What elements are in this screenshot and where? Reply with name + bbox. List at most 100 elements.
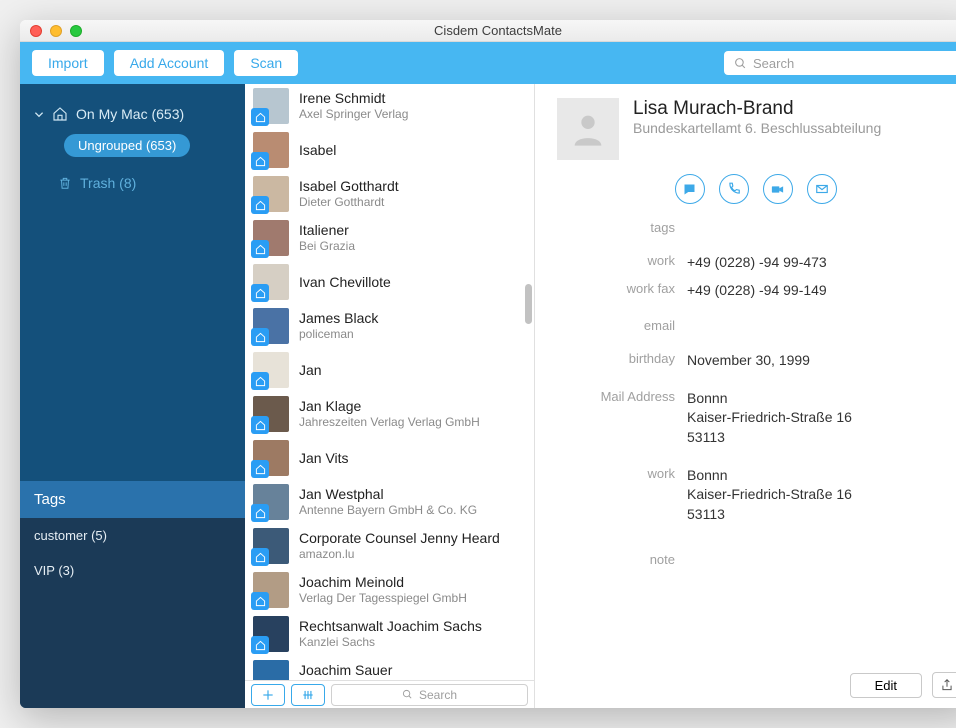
add-contact-button[interactable] — [251, 684, 285, 706]
person-icon — [568, 109, 608, 149]
contact-row-sub: Bei Grazia — [299, 239, 355, 253]
trash-icon — [58, 176, 72, 190]
contact-row[interactable]: James Blackpoliceman — [245, 304, 534, 348]
contact-row-name: James Black — [299, 310, 378, 327]
contact-avatar — [253, 88, 289, 124]
video-icon — [770, 182, 785, 197]
sidebar-item-label: On My Mac (653) — [76, 106, 184, 122]
contact-row[interactable]: Jan WestphalAntenne Bayern GmbH & Co. KG — [245, 480, 534, 524]
edit-button[interactable]: Edit — [850, 673, 922, 698]
contact-row-name: Isabel — [299, 142, 336, 159]
contact-row-name: Joachim Meinold — [299, 574, 467, 591]
search-icon — [402, 689, 413, 700]
toolbar: Import Add Account Scan Search — [20, 42, 956, 84]
sidebar-item-ungrouped[interactable]: Ungrouped (653) — [64, 134, 190, 157]
scrollbar-thumb[interactable] — [525, 284, 532, 324]
chevron-down-icon — [34, 110, 44, 119]
home-badge-icon — [251, 504, 269, 522]
video-button[interactable] — [763, 174, 793, 204]
contact-row-name: Rechtsanwalt Joachim Sachs — [299, 618, 482, 635]
field-label-note: note — [557, 552, 687, 567]
contact-row-sub: policeman — [299, 327, 378, 341]
tags-header: Tags — [20, 481, 245, 518]
contact-avatar — [253, 132, 289, 168]
scan-button[interactable]: Scan — [234, 50, 298, 76]
field-label-workfax: work fax — [557, 281, 687, 301]
field-value-work: +49 (0228) -94 99-473 — [687, 253, 827, 273]
contact-row-name: Jan — [299, 362, 322, 379]
phone-icon — [727, 182, 741, 196]
contact-avatar — [253, 660, 289, 680]
message-button[interactable] — [675, 174, 705, 204]
contact-row[interactable]: Isabel — [245, 128, 534, 172]
mail-icon — [815, 182, 829, 196]
contact-row[interactable]: Jan Vits — [245, 436, 534, 480]
contact-row[interactable]: Rechtsanwalt Joachim SachsKanzlei Sachs — [245, 612, 534, 656]
field-value-mail-address: BonnnKaiser-Friedrich-Straße 1653113 — [687, 389, 852, 448]
contact-row-sub: Kanzlei Sachs — [299, 635, 482, 649]
contact-row-name: Jan Vits — [299, 450, 349, 467]
field-label-mail-address: Mail Address — [557, 389, 687, 448]
sidebar-item-label: Trash (8) — [80, 175, 136, 191]
sidebar-item-trash[interactable]: Trash (8) — [20, 169, 245, 197]
main-search-input[interactable]: Search — [724, 51, 956, 75]
contact-row-sub: amazon.lu — [299, 547, 500, 561]
tag-item-customer[interactable]: customer (5) — [20, 518, 245, 553]
contact-row-name: Joachim Sauer — [299, 662, 460, 679]
add-account-button[interactable]: Add Account — [114, 50, 225, 76]
home-badge-icon — [251, 240, 269, 258]
contact-avatar — [253, 396, 289, 432]
contact-row-sub: MedienBureau Biebel & Sauer — [299, 679, 460, 680]
contact-avatar — [253, 572, 289, 608]
home-badge-icon — [251, 372, 269, 390]
contact-avatar — [253, 308, 289, 344]
message-icon — [682, 182, 697, 197]
contact-row-sub: Antenne Bayern GmbH & Co. KG — [299, 503, 477, 517]
import-button[interactable]: Import — [32, 50, 104, 76]
search-icon — [734, 57, 747, 70]
share-button[interactable] — [932, 672, 956, 698]
columns-button[interactable] — [291, 684, 325, 706]
plus-icon — [261, 688, 275, 702]
contact-avatar — [253, 484, 289, 520]
contact-row[interactable]: Jan KlageJahreszeiten Verlag Verlag GmbH — [245, 392, 534, 436]
field-value-birthday: November 30, 1999 — [687, 351, 810, 371]
contact-row[interactable]: Corporate Counsel Jenny Heardamazon.lu — [245, 524, 534, 568]
contact-row-name: Italiener — [299, 222, 355, 239]
contact-company: Bundeskartellamt 6. Beschlussabteilung — [633, 120, 881, 136]
sidebar: On My Mac (653) Ungrouped (653) Trash (8… — [20, 84, 245, 708]
contact-row-name: Jan Westphal — [299, 486, 477, 503]
contact-avatar — [253, 264, 289, 300]
contact-row[interactable]: Jan — [245, 348, 534, 392]
contact-row[interactable]: Isabel GotthardtDieter Gotthardt — [245, 172, 534, 216]
home-badge-icon — [251, 152, 269, 170]
home-badge-icon — [251, 328, 269, 346]
email-button[interactable] — [807, 174, 837, 204]
home-badge-icon — [251, 284, 269, 302]
window-title: Cisdem ContactsMate — [20, 23, 956, 38]
contact-actions — [557, 174, 954, 204]
home-icon — [52, 106, 68, 122]
home-badge-icon — [251, 636, 269, 654]
titlebar: Cisdem ContactsMate — [20, 20, 956, 42]
contact-search-input[interactable]: Search — [331, 684, 528, 706]
home-badge-icon — [251, 592, 269, 610]
home-badge-icon — [251, 548, 269, 566]
contact-avatar — [253, 176, 289, 212]
tag-item-vip[interactable]: VIP (3) — [20, 553, 245, 588]
contact-row[interactable]: Ivan Chevillote — [245, 260, 534, 304]
field-label-birthday: birthday — [557, 351, 687, 371]
call-button[interactable] — [719, 174, 749, 204]
contact-avatar — [253, 352, 289, 388]
share-icon — [940, 678, 954, 692]
contact-row[interactable]: ItalienerBei Grazia — [245, 216, 534, 260]
field-label-tags: tags — [557, 220, 687, 235]
contact-row-sub: Verlag Der Tagesspiegel GmbH — [299, 591, 467, 605]
contact-row[interactable]: Irene SchmidtAxel Springer Verlag — [245, 84, 534, 128]
sidebar-item-on-my-mac[interactable]: On My Mac (653) — [20, 100, 245, 128]
contact-row-sub: Axel Springer Verlag — [299, 107, 408, 121]
contact-list-footer: Search — [245, 680, 534, 708]
contact-row[interactable]: Joachim MeinoldVerlag Der Tagesspiegel G… — [245, 568, 534, 612]
contact-row[interactable]: Joachim SauerMedienBureau Biebel & Sauer — [245, 656, 534, 680]
field-value-workfax: +49 (0228) -94 99-149 — [687, 281, 827, 301]
